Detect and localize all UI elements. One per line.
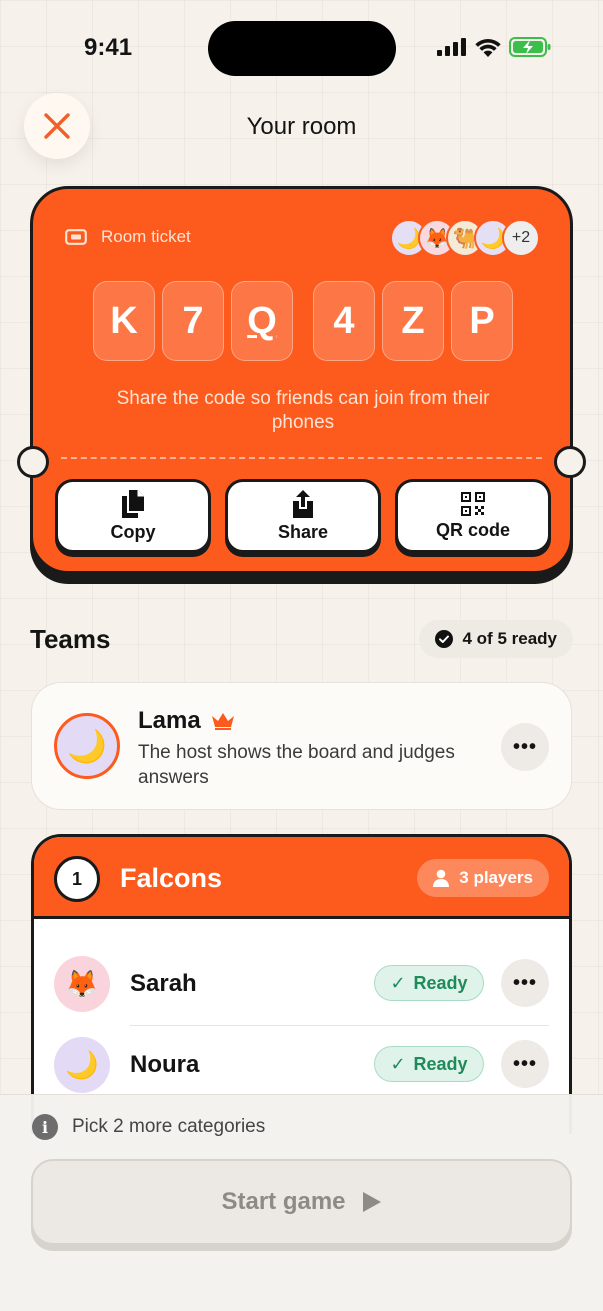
qr-code-icon: [461, 491, 485, 516]
status-icons: [437, 37, 551, 57]
code-char: K: [93, 281, 155, 361]
host-description: The host shows the board and judges answ…: [138, 742, 455, 788]
team-card: 1 Falcons 3 players 🦊 Sarah ✓ Ready ••• …: [31, 834, 572, 1134]
copy-icon: [122, 489, 144, 518]
ticket-subtitle: Share the code so friends can join from …: [116, 388, 490, 433]
qr-code-button[interactable]: QR code: [395, 479, 551, 553]
team-players-badge: 3 players: [417, 859, 549, 897]
host-card: 🌙 Lama The host shows the board and judg…: [31, 682, 572, 810]
room-ticket: Room ticket 🌙 🦊 🐫 🌙 +2 K 7 Q 4 Z P Share…: [17, 186, 586, 584]
avatar: 🌙: [54, 1037, 110, 1093]
ticket-notch-right: [554, 446, 586, 478]
joined-avatars[interactable]: 🌙 🦊 🐫 🌙 +2: [390, 219, 540, 257]
host-more-button[interactable]: •••: [501, 723, 549, 771]
ticket-label: Room ticket: [65, 227, 191, 247]
signal-icon: [437, 38, 466, 56]
ready-status-text: 4 of 5 ready: [462, 629, 558, 648]
teams-heading: Teams: [30, 624, 111, 654]
code-char: P: [451, 281, 513, 361]
ticket-notch-left: [17, 446, 49, 478]
code-char: Q: [231, 281, 293, 361]
player-more-button[interactable]: •••: [501, 959, 549, 1007]
ticket-icon: [65, 229, 87, 245]
host-name: Lama: [138, 707, 201, 734]
more-icon: •••: [512, 971, 537, 994]
check-circle-icon: [434, 630, 453, 648]
player-more-button[interactable]: •••: [501, 1040, 549, 1088]
ready-status-badge: 4 of 5 ready: [418, 620, 573, 658]
bottom-action-bar: i Pick 2 more categories Start game: [0, 1094, 603, 1311]
share-label: Share: [277, 521, 329, 542]
copy-button[interactable]: Copy: [55, 479, 211, 553]
player-name: Noura: [130, 1051, 200, 1078]
code-char: Z: [382, 281, 444, 361]
more-icon: •••: [512, 1052, 537, 1075]
share-button[interactable]: Share: [225, 479, 381, 553]
ticket-actions: Copy Share QR code: [55, 479, 551, 553]
team-name: Falcons: [120, 863, 223, 893]
start-game-label: Start game: [221, 1188, 346, 1215]
page-title: Your room: [246, 113, 357, 140]
status-bar: 9:41: [0, 0, 603, 96]
avatar: 🦊: [54, 956, 110, 1012]
player-row: 🦊 Sarah ✓ Ready •••: [34, 944, 569, 1024]
host-name-row: Lama: [138, 707, 235, 735]
more-icon: •••: [512, 735, 537, 758]
player-ready-badge: ✓ Ready: [374, 965, 484, 1001]
copy-label: Copy: [110, 521, 156, 542]
hint-text: Pick 2 more categories: [72, 1116, 266, 1137]
battery-icon: [509, 37, 551, 57]
team-number: 1: [54, 856, 100, 902]
play-icon: [362, 1192, 381, 1212]
ticket-perforation: [61, 457, 542, 459]
more-avatars-count: +2: [502, 219, 540, 257]
team-header: 1 Falcons 3 players: [34, 837, 569, 919]
check-icon: ✓: [390, 972, 406, 993]
code-char: 7: [162, 281, 224, 361]
info-icon: i: [32, 1114, 58, 1140]
dynamic-island: [208, 21, 396, 76]
avatar: 🌙: [54, 713, 120, 779]
ticket-card: Room ticket 🌙 🦊 🐫 🌙 +2 K 7 Q 4 Z P Share…: [17, 186, 586, 574]
player-status: Ready: [413, 1053, 468, 1074]
code-char: 4: [313, 281, 375, 361]
crown-icon: [211, 713, 234, 730]
wifi-icon: [475, 38, 501, 57]
start-game-button[interactable]: Start game: [31, 1159, 572, 1245]
qr-code-label: QR code: [435, 519, 510, 540]
team-players-count: 3 players: [459, 868, 533, 887]
check-icon: ✓: [390, 1053, 406, 1074]
player-row: 🌙 Noura ✓ Ready •••: [34, 1025, 569, 1105]
person-icon: [433, 869, 450, 887]
status-time: 9:41: [84, 34, 133, 61]
player-ready-badge: ✓ Ready: [374, 1046, 484, 1082]
player-name: Sarah: [130, 970, 197, 997]
share-icon: [293, 489, 313, 518]
room-code[interactable]: K 7 Q 4 Z P: [93, 281, 520, 361]
player-status: Ready: [413, 972, 468, 993]
categories-hint: i Pick 2 more categories: [32, 1114, 265, 1140]
ticket-label-text: Room ticket: [101, 227, 191, 246]
